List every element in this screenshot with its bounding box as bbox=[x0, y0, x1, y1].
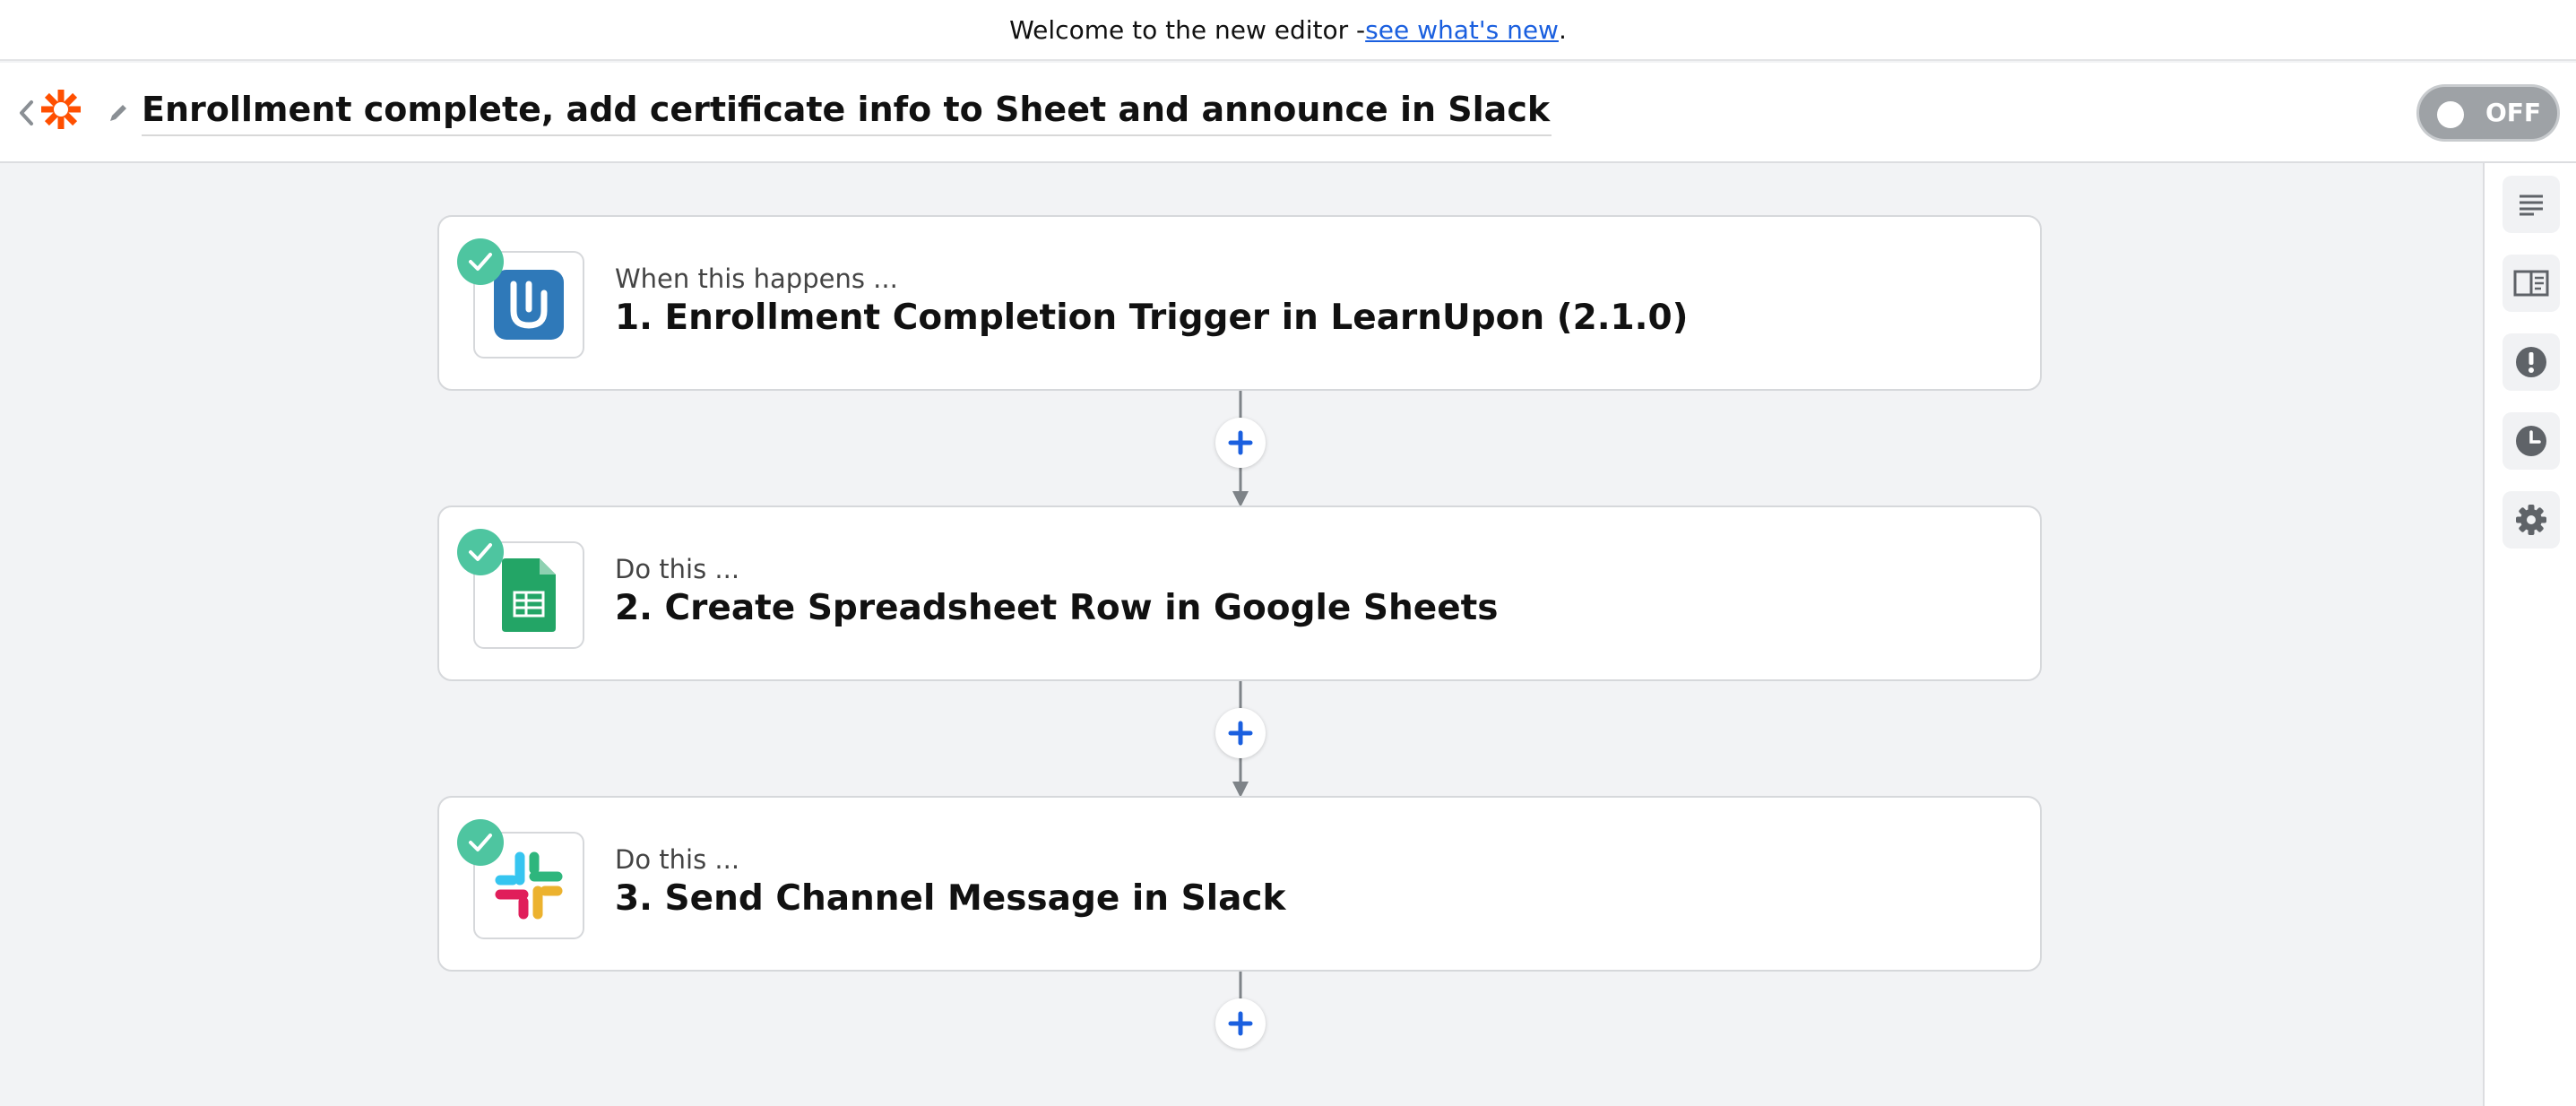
announcement-banner: Welcome to the new editor - see what's n… bbox=[0, 0, 2576, 61]
alert-icon bbox=[2516, 347, 2546, 377]
step-title: 2. Create Spreadsheet Row in Google Shee… bbox=[615, 588, 1499, 628]
step-card-2[interactable]: Do this ... 2. Create Spreadsheet Row in… bbox=[437, 505, 2042, 681]
step-title: 3. Send Channel Message in Slack bbox=[615, 878, 1286, 919]
details-icon bbox=[2520, 194, 2543, 216]
guide-button[interactable] bbox=[2503, 255, 2560, 312]
right-sidebar bbox=[2483, 163, 2576, 1106]
toggle-label: OFF bbox=[2485, 98, 2541, 127]
plus-icon bbox=[1228, 1011, 1253, 1036]
step-card-1[interactable]: When this happens ... 1. Enrollment Comp… bbox=[437, 215, 2042, 391]
details-button[interactable] bbox=[2503, 176, 2560, 233]
settings-icon bbox=[2516, 505, 2546, 535]
chevron-left-icon bbox=[20, 100, 33, 125]
history-icon bbox=[2516, 426, 2546, 456]
step-complete-badge bbox=[457, 819, 504, 866]
edit-title-button[interactable] bbox=[106, 100, 131, 125]
banner-suffix: . bbox=[1558, 14, 1567, 45]
slack-icon bbox=[495, 851, 563, 920]
whats-new-link[interactable]: see what's new bbox=[1365, 15, 1559, 45]
step-label: Do this ... bbox=[615, 844, 740, 875]
step-complete-badge bbox=[457, 529, 504, 575]
google-sheets-icon bbox=[502, 558, 556, 632]
step-label: Do this ... bbox=[615, 554, 740, 584]
plus-icon bbox=[1228, 430, 1253, 455]
banner-text: Welcome to the new editor - bbox=[1009, 14, 1366, 45]
zap-title[interactable]: Enrollment complete, add certificate inf… bbox=[142, 88, 1552, 136]
step-complete-badge bbox=[457, 238, 504, 285]
alerts-button[interactable] bbox=[2503, 333, 2560, 391]
step-title: 1. Enrollment Completion Trigger in Lear… bbox=[615, 298, 1689, 338]
zapier-asterisk-icon bbox=[41, 90, 81, 129]
history-button[interactable] bbox=[2503, 412, 2560, 470]
zapier-logo[interactable] bbox=[39, 88, 82, 131]
guide-icon bbox=[2513, 270, 2549, 297]
pencil-icon bbox=[110, 105, 126, 121]
add-step-button[interactable] bbox=[1215, 418, 1266, 468]
back-button[interactable] bbox=[14, 95, 38, 131]
check-icon bbox=[469, 543, 492, 561]
step-card-3[interactable]: Do this ... 3. Send Channel Message in S… bbox=[437, 796, 2042, 972]
check-icon bbox=[469, 253, 492, 271]
settings-button[interactable] bbox=[2503, 491, 2560, 549]
editor-header: Enrollment complete, add certificate inf… bbox=[0, 63, 2576, 163]
step-label: When this happens ... bbox=[615, 264, 898, 294]
learnupon-icon bbox=[494, 270, 564, 340]
toggle-knob bbox=[2437, 101, 2464, 128]
check-icon bbox=[469, 834, 492, 851]
add-step-button[interactable] bbox=[1215, 998, 1266, 1049]
add-step-button[interactable] bbox=[1215, 708, 1266, 758]
plus-icon bbox=[1228, 721, 1253, 746]
zap-on-off-toggle[interactable]: OFF bbox=[2416, 84, 2560, 142]
